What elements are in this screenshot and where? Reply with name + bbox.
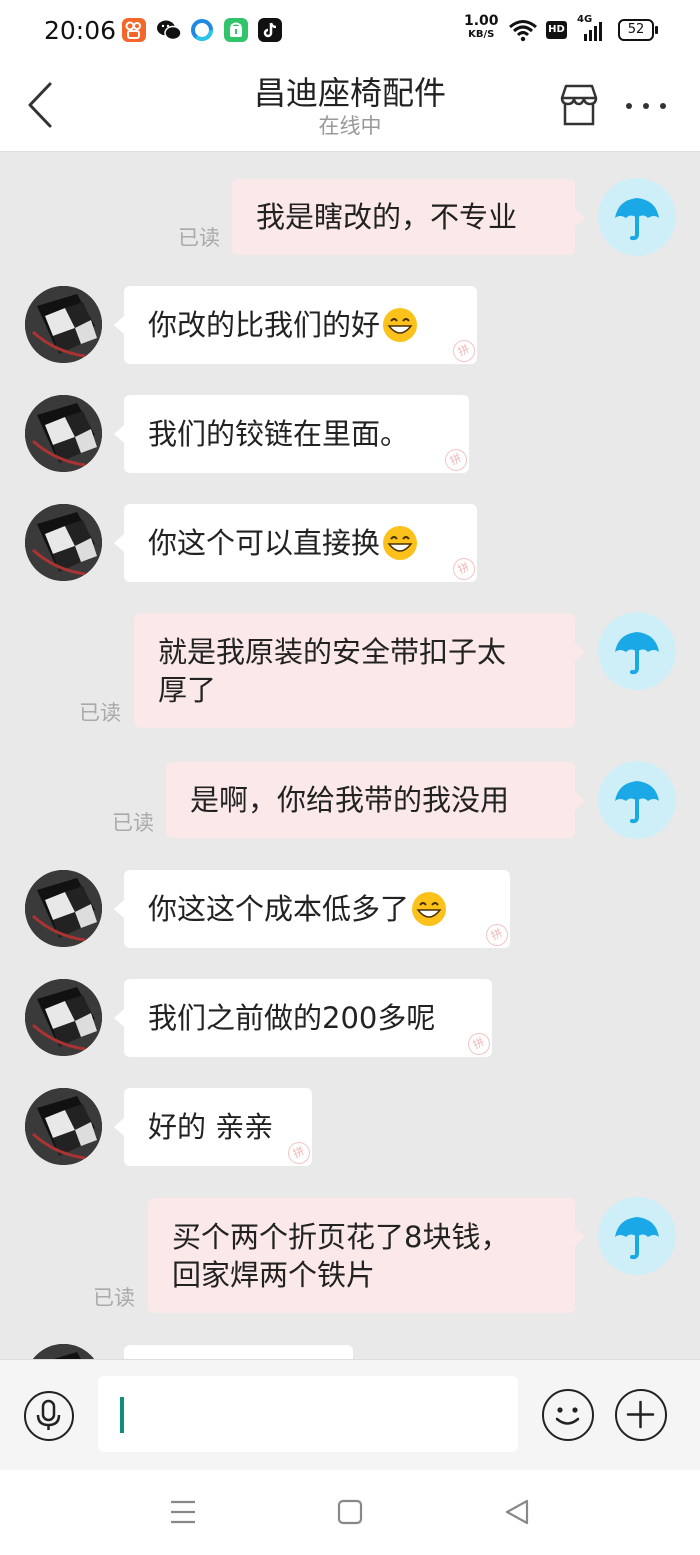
home-square-icon: [337, 1499, 363, 1525]
more-dot-icon: [660, 103, 666, 109]
seller-avatar[interactable]: [25, 286, 102, 363]
stamp-icon: 拼: [464, 1029, 494, 1059]
seat-photo-icon: [25, 286, 102, 363]
umbrella-icon: [615, 198, 659, 241]
stamp-icon: 拼: [449, 554, 479, 584]
message-text-line: 回家焊两个铁片: [172, 1257, 376, 1292]
message-bubble-incoming[interactable]: 我们的铰链在里面。 拼: [114, 395, 471, 475]
grin-emoji-icon: [412, 892, 447, 926]
message-input[interactable]: [98, 1376, 518, 1452]
seller-avatar[interactable]: [25, 1088, 102, 1165]
microphone-icon: [36, 1399, 61, 1430]
more-dot-icon: [643, 103, 649, 109]
wifi-icon: [508, 18, 538, 42]
message-bubble-incoming[interactable]: 你这个可以直接换 拼: [114, 504, 479, 584]
shop-button[interactable]: [556, 82, 602, 128]
browser-icon: [190, 18, 214, 42]
seat-photo-icon: [25, 1088, 102, 1165]
message-text: 你这个可以直接换: [148, 526, 381, 560]
more-functions-button[interactable]: [615, 1389, 667, 1441]
message-bubble-outgoing[interactable]: 就是我原装的安全带扣子太 厚了: [134, 613, 585, 728]
message-bubble-incoming[interactable]: 你改的比我们的好 拼: [114, 286, 479, 366]
hd-badge: HD: [546, 21, 567, 39]
stamp-icon: 拼: [449, 336, 479, 366]
kuaishou-icon: [122, 18, 146, 42]
grin-emoji-icon: [383, 526, 418, 560]
message-bubble-incoming[interactable]: 好的 亲亲 拼: [114, 1088, 314, 1168]
message-bubble-incoming[interactable]: 我们之前做的200多呢 拼: [114, 979, 494, 1059]
message-text: 我们的铰链在里面。: [148, 417, 410, 451]
my-avatar[interactable]: [598, 612, 676, 690]
seat-photo-icon: [25, 504, 102, 581]
message-bubble-outgoing[interactable]: 我是瞎改的，不专业: [232, 179, 585, 255]
grin-emoji-icon: [383, 308, 418, 342]
my-avatar[interactable]: [598, 178, 676, 256]
chat-header: 昌迪座椅配件 在线中: [0, 62, 700, 152]
emoji-button[interactable]: [542, 1389, 594, 1441]
network-speed: 1.00 KB/S: [464, 13, 499, 41]
read-receipt: 已读: [178, 226, 220, 250]
seat-photo-icon: [25, 979, 102, 1056]
input-bar: [0, 1359, 700, 1470]
market-icon: [224, 18, 248, 42]
seat-photo-icon: [25, 395, 102, 472]
stamp-icon: 拼: [284, 1138, 314, 1168]
status-bar: 20:06 1.00 KB/S HD 4G 52: [0, 0, 700, 62]
umbrella-icon: [615, 632, 659, 675]
message-text: 你这这个成本低多了: [148, 892, 410, 926]
back-nav-button[interactable]: [497, 1496, 537, 1528]
plus-icon: [626, 1400, 655, 1429]
menu-button[interactable]: [163, 1496, 203, 1528]
text-caret: [120, 1397, 124, 1433]
seller-avatar[interactable]: [25, 395, 102, 472]
stamp-icon: 拼: [441, 445, 471, 475]
read-receipt: 已读: [79, 701, 121, 725]
umbrella-icon: [615, 1217, 659, 1260]
my-avatar[interactable]: [598, 1197, 676, 1275]
seller-avatar[interactable]: [25, 870, 102, 947]
read-receipt: 已读: [112, 811, 154, 835]
umbrella-icon: [615, 781, 659, 824]
message-text: 我是瞎改的，不专业: [256, 200, 518, 234]
wechat-icon: [156, 18, 182, 42]
signal-icon: [578, 22, 604, 42]
message-text: 是啊，你给我带的我没用: [190, 783, 510, 817]
message-bubble-incoming[interactable]: 你这这个成本低多了 拼: [114, 870, 512, 950]
message-list[interactable]: 已读 我是瞎改的，不专业 你改的比我们的好 拼 我们的铰链在里面。 拼 你这个可…: [0, 152, 700, 1359]
stamp-icon: 拼: [482, 920, 512, 950]
network-speed-value: 1.00: [464, 13, 499, 29]
seat-photo-icon: [25, 870, 102, 947]
message-bubble-outgoing[interactable]: 是啊，你给我带的我没用: [166, 762, 585, 838]
my-avatar[interactable]: [598, 761, 676, 839]
read-receipt: 已读: [93, 1286, 135, 1310]
message-text-line: 买个两个折页花了8块钱，: [172, 1219, 510, 1254]
seller-avatar[interactable]: [25, 1344, 102, 1359]
message-text-line: 就是我原装的安全带扣子太: [158, 634, 507, 669]
tiktok-icon: [258, 18, 282, 42]
status-time: 20:06: [44, 16, 117, 45]
message-text: 你改的比我们的好: [148, 308, 381, 342]
message-text: 我们之前做的200多呢: [148, 1001, 436, 1035]
battery-indicator: 52: [618, 19, 658, 41]
seller-avatar[interactable]: [25, 979, 102, 1056]
system-nav-bar: [0, 1470, 700, 1555]
seller-avatar[interactable]: [25, 504, 102, 581]
voice-button[interactable]: [24, 1391, 74, 1441]
network-speed-unit: KB/S: [468, 29, 495, 40]
store-icon: [560, 84, 598, 126]
message-bubble-outgoing[interactable]: 买个两个折页花了8块钱， 回家焊两个铁片: [148, 1198, 585, 1313]
more-dot-icon: [626, 103, 632, 109]
seat-photo-icon: [25, 1344, 102, 1359]
home-button[interactable]: [330, 1496, 370, 1528]
message-text-line: 厚了: [158, 672, 217, 707]
message-text: 好的 亲亲: [148, 1110, 274, 1144]
more-options-button[interactable]: [620, 90, 672, 120]
back-triangle-icon: [505, 1499, 529, 1525]
smiley-icon: [555, 1407, 580, 1425]
message-bubble-incoming[interactable]: [124, 1345, 353, 1359]
menu-icon: [171, 1500, 195, 1524]
